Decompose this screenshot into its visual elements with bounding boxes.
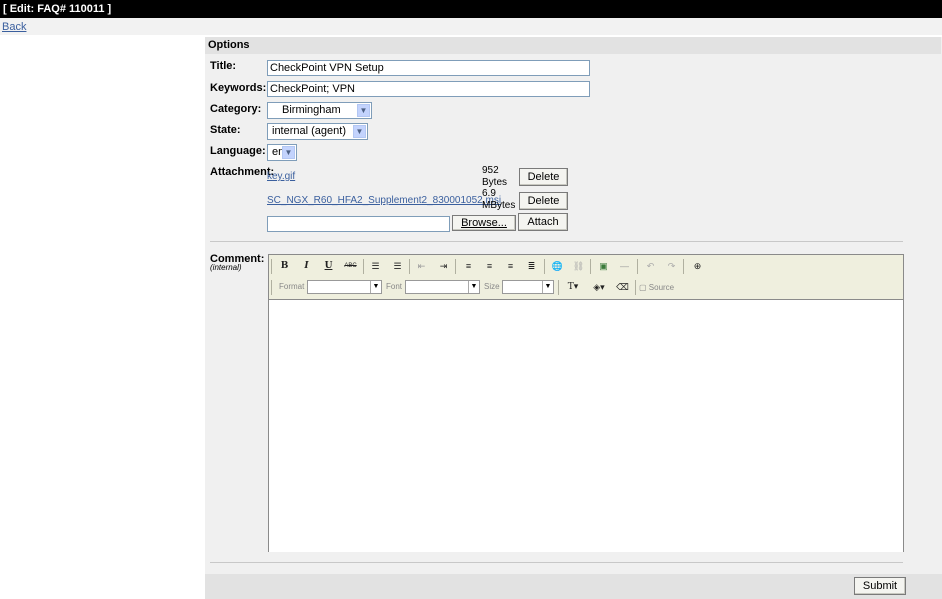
editor-toolbar-row-1: B I U ABC ☰ ☰ ⇤ ⇥ ≡ ≡ ≡ ≣ 🌐 ⛓ ▣ — ↶ ↷ ⊕	[271, 258, 901, 276]
format-label: Format	[279, 282, 305, 291]
toolbar-separator	[637, 259, 638, 274]
chevron-down-icon[interactable]: ▼	[357, 104, 370, 117]
attachment-size-2: 6.9 MBytes	[482, 188, 516, 211]
toolbar-separator	[363, 259, 364, 274]
file-path-input[interactable]	[267, 216, 450, 232]
chevron-down-icon: ▼	[468, 281, 479, 293]
numbered-list-icon[interactable]: ☰	[367, 258, 384, 275]
text-color-button[interactable]: T▾	[562, 279, 584, 296]
keywords-input[interactable]: CheckPoint; VPN	[267, 81, 590, 97]
state-value: internal (agent)	[272, 125, 346, 137]
category-label: Category:	[210, 103, 262, 115]
attachment-link-1[interactable]: key.gif	[267, 171, 295, 182]
insert-image-icon[interactable]: ▣	[595, 258, 612, 275]
delete-attachment-button-1[interactable]: Delete	[519, 168, 568, 186]
find-icon[interactable]: ⊕	[689, 258, 706, 275]
state-label: State:	[210, 124, 241, 136]
attachment-label: Attachment:	[210, 166, 275, 178]
indent-icon[interactable]: ⇥	[435, 258, 452, 275]
category-value: Birmingham	[282, 104, 341, 116]
keywords-label: Keywords:	[210, 82, 267, 94]
chevron-down-icon[interactable]: ▼	[282, 146, 295, 159]
language-label: Language:	[210, 145, 266, 157]
delete-attachment-button-2[interactable]: Delete	[519, 192, 568, 210]
insert-link-icon[interactable]: 🌐	[549, 258, 566, 275]
toolbar-separator	[635, 280, 636, 295]
chevron-down-icon[interactable]: ▼	[353, 125, 366, 138]
edit-panel: Options Title: CheckPoint VPN Setup Keyw…	[205, 37, 942, 599]
chevron-down-icon: ▼	[370, 281, 381, 293]
underline-button[interactable]: U	[320, 258, 337, 275]
toolbar-grip	[271, 259, 274, 274]
undo-icon[interactable]: ↶	[642, 258, 659, 275]
subheader-bar	[0, 18, 942, 35]
align-justify-icon[interactable]: ≣	[523, 258, 540, 275]
bullet-list-icon[interactable]: ☰	[389, 258, 406, 275]
italic-button[interactable]: I	[298, 258, 315, 275]
category-select[interactable]: Birmingham ▼	[267, 102, 372, 119]
eraser-icon[interactable]: ⌫	[614, 279, 631, 296]
align-left-icon[interactable]: ≡	[460, 258, 477, 275]
toolbar-separator	[683, 259, 684, 274]
page-title-bar: [ Edit: FAQ# 110011 ]	[0, 0, 942, 18]
toolbar-separator	[558, 280, 559, 295]
bold-button[interactable]: B	[276, 258, 293, 275]
toolbar-separator	[455, 259, 456, 274]
font-label: Font	[386, 282, 403, 291]
divider	[210, 241, 903, 242]
attach-button[interactable]: Attach	[518, 213, 568, 231]
title-input[interactable]: CheckPoint VPN Setup	[267, 60, 590, 76]
attachment-size-1: 952 Bytes	[482, 165, 508, 188]
language-select[interactable]: en ▼	[267, 144, 297, 161]
background-color-icon[interactable]: ◈▾	[588, 279, 610, 296]
back-link[interactable]: Back	[2, 21, 26, 33]
format-select[interactable]: ▼	[307, 280, 382, 294]
toolbar-separator	[409, 259, 410, 274]
toolbar-grip	[271, 280, 274, 295]
title-label: Title:	[210, 60, 237, 72]
rich-text-editor: B I U ABC ☰ ☰ ⇤ ⇥ ≡ ≡ ≡ ≣ 🌐 ⛓ ▣ — ↶ ↷ ⊕	[268, 254, 904, 552]
toolbar-separator	[590, 259, 591, 274]
font-select[interactable]: ▼	[405, 280, 480, 294]
outdent-icon[interactable]: ⇤	[413, 258, 430, 275]
strikethrough-button[interactable]: ABC	[342, 258, 359, 275]
options-header: Options	[205, 37, 941, 54]
align-right-icon[interactable]: ≡	[502, 258, 519, 275]
horizontal-rule-icon[interactable]: —	[616, 258, 633, 275]
attachment-link-2[interactable]: SC_NGX_R60_HFA2_Supplement2_830001052.ms…	[267, 195, 501, 206]
comment-sublabel: (internal)	[210, 263, 242, 272]
editor-toolbar-row-2: Format ▼ Font ▼ Size ▼ T▾ ◈▾ ⌫ ▢ Source	[271, 279, 901, 297]
comment-edit-area[interactable]	[269, 299, 903, 552]
page-title: [ Edit: FAQ# 110011 ]	[3, 3, 112, 15]
chevron-down-icon: ▼	[542, 281, 553, 293]
state-select[interactable]: internal (agent) ▼	[267, 123, 368, 140]
toolbar-separator	[544, 259, 545, 274]
redo-icon[interactable]: ↷	[663, 258, 680, 275]
size-select[interactable]: ▼	[502, 280, 554, 294]
divider	[210, 562, 903, 563]
submit-button[interactable]: Submit	[854, 577, 906, 595]
browse-button[interactable]: Browse...	[452, 215, 516, 231]
source-button[interactable]: ▢ Source	[639, 279, 685, 296]
align-center-icon[interactable]: ≡	[481, 258, 498, 275]
unlink-icon[interactable]: ⛓	[570, 258, 587, 275]
size-label: Size	[484, 282, 500, 291]
form-footer: Submit	[205, 574, 942, 599]
